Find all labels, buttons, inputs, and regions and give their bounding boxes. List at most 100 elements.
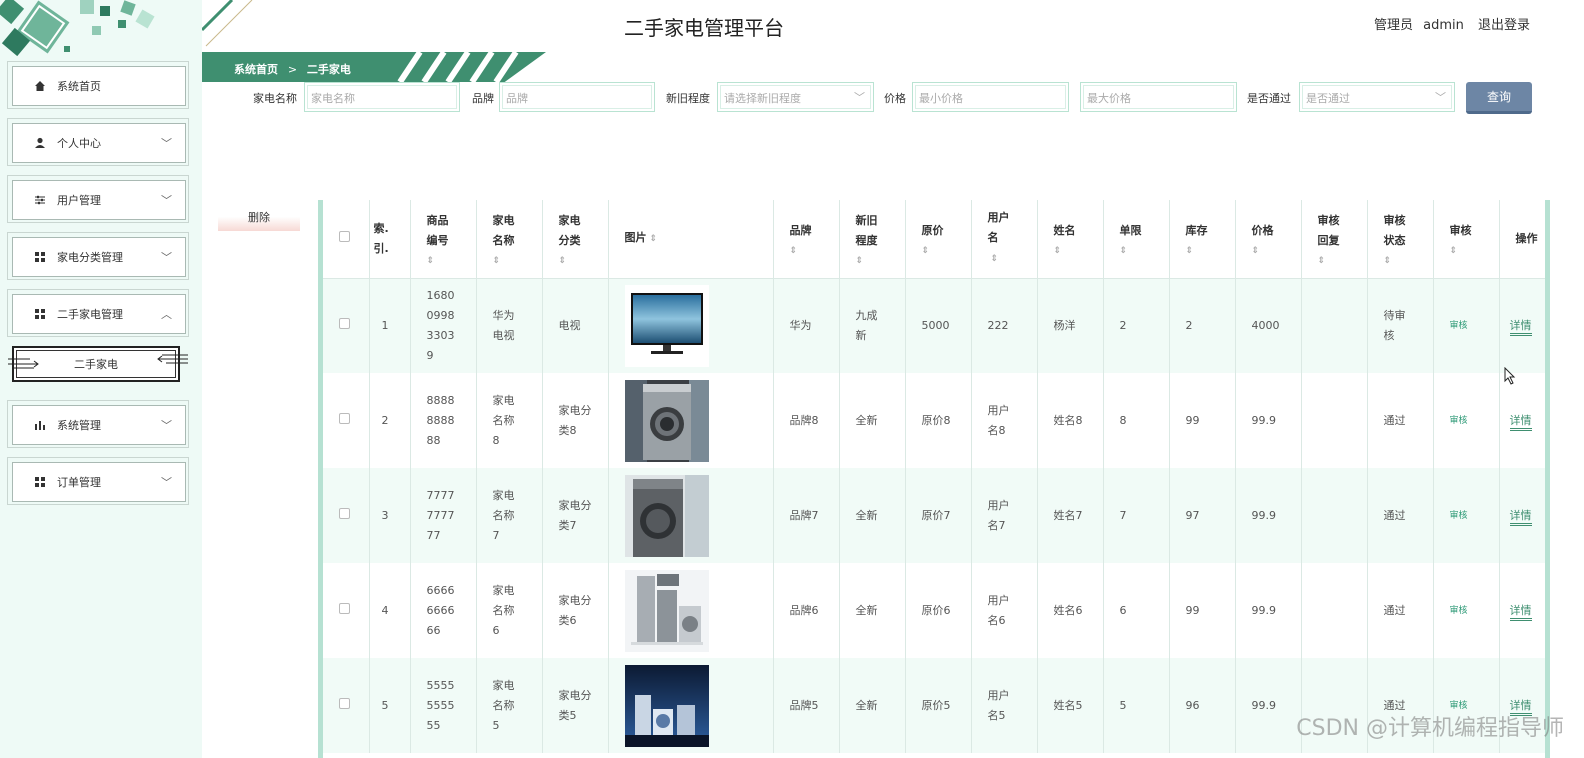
header-status[interactable]: 审核状态 ⇕ [1367,200,1434,279]
row-checkbox[interactable] [339,412,350,424]
sort-icon[interactable]: ⇕ [991,254,999,264]
audit-link[interactable]: 审核 [1450,321,1468,331]
breadcrumb-home[interactable]: 系统首页 [234,63,278,76]
audit-link[interactable]: 审核 [1450,511,1468,521]
approved-label: 是否通过 [1247,92,1291,105]
header-image[interactable]: 图片 ⇕ [608,200,774,279]
header-decoration [202,0,253,47]
price-label: 价格 [884,92,906,105]
row-checkbox[interactable] [339,317,350,329]
condition-label: 新旧程度 [666,92,710,105]
product-image-washer [624,379,709,462]
grid-icon [33,250,47,264]
select-all-checkbox[interactable] [339,230,350,242]
chevron-down-icon: ﹀ [161,194,172,207]
grid-icon [33,307,47,321]
name-label: 家电名称 [253,92,297,105]
sort-icon[interactable]: ⇕ [1054,245,1087,257]
name-input[interactable]: 家电名称 [304,82,460,112]
sort-icon[interactable]: ⇕ [1252,245,1285,257]
price-min-input[interactable]: 最小价格 [912,82,1069,112]
header-condition[interactable]: 新旧程度 ⇕ [839,200,906,279]
sort-icon[interactable]: ⇕ [1318,255,1351,267]
sidebar-item-system-management[interactable]: 系统管理 ﹀ [7,400,189,448]
sort-icon[interactable]: ⇕ [922,245,955,257]
sort-icon[interactable]: ⇕ [559,255,592,267]
sidebar-item-personal[interactable]: 个人中心 ﹀ [7,118,189,166]
arrow-decoration-icon [157,354,188,364]
sidebar-item-label: 家电分类管理 [57,251,123,264]
header-username[interactable]: 用户名⇕ [971,200,1038,279]
header-audit[interactable]: 审核 ⇕ [1433,200,1500,279]
header-realname[interactable]: 姓名 ⇕ [1037,200,1104,279]
sidebar-subitem-second-hand-appliance[interactable]: 二手家电 [8,346,188,382]
header-stock[interactable]: 库存 ⇕ [1169,200,1236,279]
product-image-appliance-set [624,569,709,652]
row-checkbox[interactable] [339,507,350,519]
detail-link[interactable]: 详情 [1509,413,1532,431]
watermark: CSDN @计算机编程指导师 [1296,716,1564,741]
sidebar-item-user-management[interactable]: 用户管理 ﹀ [7,175,189,223]
row-checkbox[interactable] [339,697,350,709]
chevron-down-icon: ﹀ [161,476,172,489]
sort-icon[interactable]: ⇕ [1450,245,1483,257]
bar-chart-icon [33,418,47,432]
header-index: 索.引. [369,200,411,279]
header-category[interactable]: 家电分类 ⇕ [542,200,609,279]
table-row: 4 6666666666 家电名称6 家电分类6 品牌6 全新 原价6 用户名6… [323,563,1545,658]
arrow-decoration-icon [8,358,39,369]
sidebar-item-label: 订单管理 [57,476,101,489]
sidebar-item-label: 二手家电管理 [57,308,123,321]
user-icon [33,136,47,150]
sort-icon[interactable]: ⇕ [1186,245,1219,257]
table-row: 2 8888888888 家电名称8 家电分类8 品牌8 全新 原价8 用户名8… [323,373,1545,468]
sort-icon[interactable]: ⇕ [1120,245,1153,257]
submenu-label: 二手家电 [74,358,118,371]
logout-link[interactable]: 退出登录 [1478,18,1530,33]
table-header-row: 索.引. 商品编号 ⇕ 家电名称 ⇕ 家电分类 ⇕ 图片 ⇕ 品牌 ⇕ 新旧程度 ⇕ 原价 ⇕… [323,200,1545,279]
detail-link[interactable]: 详情 [1509,603,1532,621]
sidebar-item-order-management[interactable]: 订单管理 ﹀ [7,457,189,505]
sort-icon[interactable]: ⇕ [856,255,889,267]
header-original-price[interactable]: 原价 ⇕ [905,200,972,279]
username: admin [1423,18,1464,33]
query-button[interactable]: 查询 [1466,82,1532,114]
detail-link[interactable]: 详情 [1509,318,1532,336]
header-reply[interactable]: 审核回复 ⇕ [1301,200,1368,279]
header-name[interactable]: 家电名称 ⇕ [476,200,543,279]
audit-link[interactable]: 审核 [1450,416,1468,426]
chevron-down-icon: ﹀ [161,419,172,432]
sort-icon[interactable]: ⇕ [790,245,823,257]
chevron-down-icon: ﹀ [161,251,172,264]
chevron-down-icon: ﹀ [161,137,172,150]
sidebar-item-category-management[interactable]: 家电分类管理 ﹀ [7,232,189,280]
decorative-squares [0,0,155,57]
grid-icon [33,475,47,489]
header-code[interactable]: 商品编号 ⇕ [410,200,477,279]
brand-input[interactable]: 品牌 [499,82,655,112]
sort-icon[interactable]: ⇕ [650,234,658,244]
sort-icon[interactable]: ⇕ [427,255,460,267]
delete-button[interactable]: 删除 [218,207,300,231]
approved-select[interactable]: 是否通过 ﹀ [1299,82,1455,112]
sliders-icon [33,193,47,207]
price-max-input[interactable]: 最大价格 [1080,82,1237,112]
sort-icon[interactable]: ⇕ [1384,255,1417,267]
sort-icon[interactable]: ⇕ [493,255,526,267]
breadcrumb-stripes [397,52,519,82]
product-image-washer [624,474,709,557]
sidebar-item-label: 个人中心 [57,137,101,150]
header-brand[interactable]: 品牌 ⇕ [773,200,840,279]
chevron-down-icon: ﹀ [854,91,865,104]
header-limit[interactable]: 单限 ⇕ [1103,200,1170,279]
condition-select[interactable]: 请选择新旧程度 ﹀ [717,82,874,112]
search-bar: 家电名称 家电名称 品牌 品牌 新旧程度 请选择新旧程度 ﹀ 价格 最小价格 最… [0,82,1584,114]
header-price[interactable]: 价格 ⇕ [1235,200,1302,279]
chevron-down-icon: ﹀ [1435,91,1446,104]
audit-link[interactable]: 审核 [1450,606,1468,616]
sidebar-item-appliance-management[interactable]: 二手家电管理 ︿ [7,289,189,337]
breadcrumb-current: 二手家电 [306,63,351,76]
detail-link[interactable]: 详情 [1509,508,1532,526]
row-checkbox[interactable] [339,602,350,614]
header-operation: 操作 [1499,200,1545,279]
